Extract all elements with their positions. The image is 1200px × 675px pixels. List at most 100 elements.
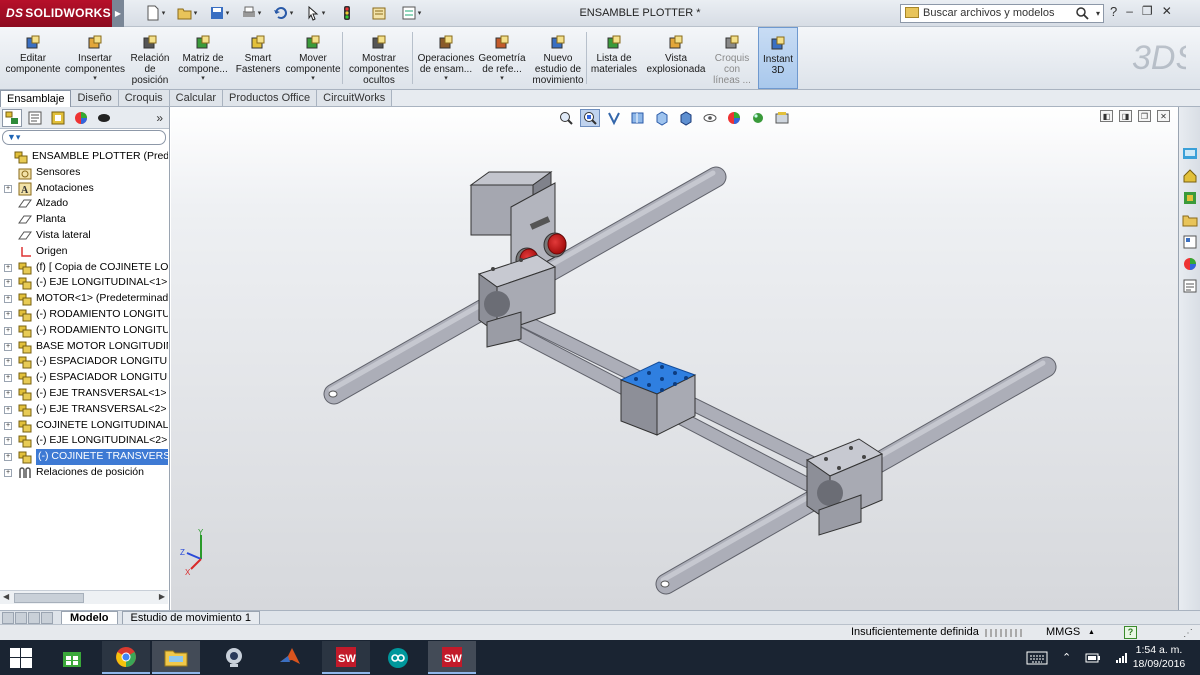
windows-start-icon[interactable] — [10, 648, 32, 668]
longitudinal-bearing-block-2[interactable] — [805, 438, 884, 536]
print-button[interactable]: ▾ — [236, 3, 266, 23]
tree-item[interactable]: + COJINETE LONGITUDINAL< — [0, 418, 168, 434]
expand-icon[interactable]: + — [4, 295, 12, 304]
ribbon-button-move-component[interactable]: Mover componente ▾ — [284, 27, 342, 89]
undo-button[interactable]: ▾ — [268, 3, 298, 23]
restore-icon[interactable]: ❐ — [1142, 4, 1153, 19]
tree-item[interactable]: + (-) EJE LONGITUDINAL<2> (Pr — [0, 433, 168, 449]
help-icon[interactable]: ? — [1110, 4, 1117, 19]
next-tab-icon[interactable] — [28, 612, 40, 624]
property-manager-tab[interactable] — [25, 109, 45, 127]
taskbar-chrome[interactable] — [102, 641, 150, 674]
rebuild-button[interactable] — [332, 3, 362, 23]
expand-icon[interactable]: + — [4, 374, 12, 383]
expand-icon[interactable]: + — [4, 279, 12, 288]
close-icon[interactable]: ✕ — [1162, 4, 1172, 19]
assembly-model[interactable] — [171, 107, 1178, 610]
tab-ensamblaje[interactable]: Ensamblaje — [0, 90, 72, 107]
expand-icon[interactable]: + — [4, 342, 12, 351]
taskbar-matlab[interactable] — [266, 641, 314, 674]
feature-manager-tab[interactable] — [2, 108, 22, 127]
tree-item[interactable]: Vista lateral — [0, 228, 168, 244]
expand-icon[interactable]: + — [4, 326, 12, 335]
design-library-tab[interactable] — [1181, 167, 1199, 185]
tab-motion-study[interactable]: Estudio de movimiento 1 — [121, 611, 260, 624]
ribbon-button-explode-line-sketch[interactable]: Croquis con líneas ... — [710, 27, 754, 89]
search-dropdown-icon[interactable]: ▾ — [1096, 5, 1100, 22]
resize-grip-icon[interactable]: ⋰ — [1183, 626, 1193, 641]
chevron-down-icon[interactable]: ▾ — [284, 75, 342, 83]
taskbar-solidworks-1[interactable]: SW — [322, 641, 370, 674]
search-icon[interactable] — [1075, 6, 1089, 26]
options-button[interactable]: ▾ — [396, 3, 426, 23]
expand-icon[interactable]: + — [4, 389, 12, 398]
tree-item[interactable]: + (-) RODAMIENTO LONGITUDIN — [0, 323, 168, 339]
ribbon-button-mate[interactable]: Relación de posición — [126, 27, 174, 89]
select-button[interactable]: ▾ — [300, 3, 330, 23]
tree-item[interactable]: Sensores — [0, 165, 168, 181]
save-button[interactable]: ▾ — [204, 3, 234, 23]
tree-item[interactable]: + A Anotaciones — [0, 181, 168, 197]
ribbon-button-insert-components[interactable]: Insertar componentes ▾ — [64, 27, 126, 89]
tree-item[interactable]: + (-) EJE TRANSVERSAL<1> (Pr — [0, 386, 168, 402]
ribbon-button-reference-geometry[interactable]: Geometría de refe... ▾ — [478, 27, 526, 89]
taskbar-solidworks-2[interactable]: SW — [428, 641, 476, 674]
expand-icon[interactable]: + — [4, 468, 12, 477]
tree-root-assembly[interactable]: ENSAMBLE PLOTTER (Predeterminado — [0, 149, 168, 165]
tree-item[interactable]: + (-) EJE LONGITUDINAL<1> (Pr — [0, 275, 168, 291]
tab-circuitworks[interactable]: CircuitWorks — [317, 90, 393, 106]
expand-icon[interactable]: + — [4, 184, 12, 193]
file-explorer-tab[interactable] — [1181, 189, 1199, 207]
expand-panel-icon[interactable]: » — [156, 111, 163, 125]
expand-icon[interactable]: + — [4, 453, 12, 462]
taskbar-store[interactable] — [48, 641, 96, 674]
expand-icon[interactable]: + — [4, 437, 12, 446]
tree-item[interactable]: Planta — [0, 212, 168, 228]
battery-icon[interactable] — [1085, 652, 1101, 664]
scroll-right-icon[interactable]: ▶ — [159, 592, 165, 601]
file-properties-button[interactable] — [364, 3, 394, 23]
appearance-scenes-tab[interactable] — [1181, 255, 1199, 273]
tree-item[interactable]: + (-) RODAMIENTO LONGITUDIN — [0, 307, 168, 323]
ribbon-button-component-pattern[interactable]: Matriz de compone... ▾ — [176, 27, 230, 89]
tree-item[interactable]: + (-) COJINETE TRANSVERSAL — [0, 449, 168, 465]
chevron-down-icon[interactable]: ▾ — [478, 75, 526, 83]
search-input[interactable]: Buscar archivos y modelos ▾ — [900, 4, 1104, 23]
dimxpert-tab[interactable] — [94, 109, 114, 127]
tab-productos-office[interactable]: Productos Office — [223, 90, 318, 106]
tree-item[interactable]: + (-) EJE TRANSVERSAL<2> (Pr — [0, 402, 168, 418]
keyboard-icon[interactable] — [1026, 651, 1048, 665]
ribbon-button-exploded-view[interactable]: Vista explosionada — [644, 27, 708, 89]
chevron-down-icon[interactable]: ▾ — [64, 75, 126, 83]
chevron-down-icon[interactable]: ▾ — [176, 75, 230, 83]
tree-item[interactable]: Alzado — [0, 196, 168, 212]
tab-croquis[interactable]: Croquis — [118, 90, 170, 106]
system-clock[interactable]: 1:54 a. m. 18/09/2016 — [1128, 643, 1190, 671]
show-hidden-icons[interactable]: ⌃ — [1062, 651, 1071, 664]
expand-icon[interactable]: + — [4, 358, 12, 367]
solidworks-resources-tab[interactable] — [1181, 145, 1199, 163]
quick-tips-icon[interactable]: ? — [1124, 626, 1137, 639]
display-manager-tab[interactable] — [71, 109, 91, 127]
appearances-tab[interactable] — [1181, 233, 1199, 251]
units-selector[interactable]: MMGS — [1046, 625, 1080, 640]
solidworks-logo[interactable]: DS SOLIDWORKS — [0, 0, 112, 27]
tree-item[interactable]: + (f) [ Copia de COJINETE LONGITU — [0, 260, 168, 276]
ribbon-button-instant-3d[interactable]: Instant 3D — [758, 27, 798, 89]
ribbon-button-assembly-features[interactable]: Operaciones de ensam... ▾ — [414, 27, 478, 89]
taskbar-file-explorer[interactable] — [152, 641, 200, 674]
menu-expand-arrow[interactable]: ▶ — [112, 0, 124, 27]
first-tab-icon[interactable] — [2, 612, 14, 624]
tree-item[interactable]: + MOTOR<1> (Predeterminado — [0, 291, 168, 307]
tree-item[interactable]: Origen — [0, 244, 168, 260]
ribbon-button-edit-component[interactable]: Editar componente — [2, 27, 64, 89]
expand-icon[interactable]: + — [4, 310, 12, 319]
taskbar-arduino[interactable] — [374, 641, 422, 674]
scrollbar-thumb[interactable] — [14, 593, 84, 603]
expand-icon[interactable]: + — [4, 405, 12, 414]
configuration-manager-tab[interactable] — [48, 109, 68, 127]
prev-tab-icon[interactable] — [15, 612, 27, 624]
view-palette-tab[interactable] — [1181, 211, 1199, 229]
tab-calcular[interactable]: Calcular — [169, 90, 223, 106]
tree-horizontal-scrollbar[interactable]: ◀ ▶ — [0, 590, 168, 604]
